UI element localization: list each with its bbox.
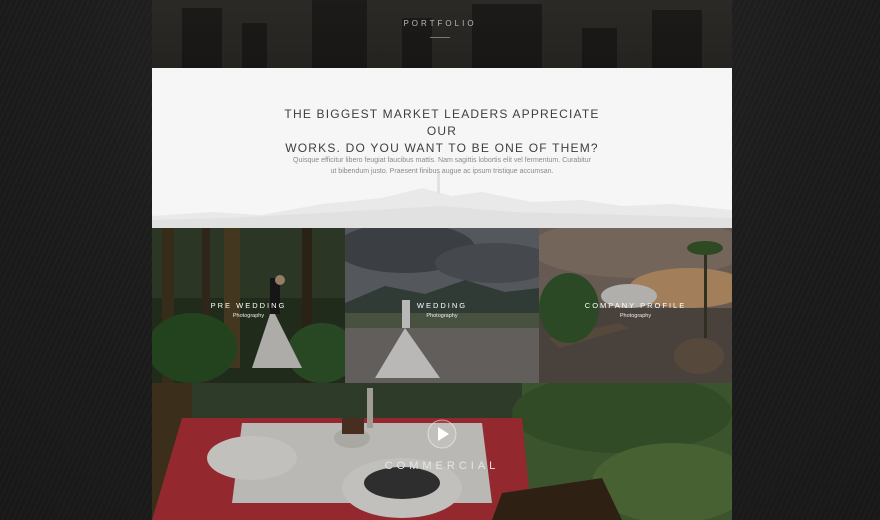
section-divider [430,37,450,38]
portfolio-item-company-profile[interactable]: COMPANY PROFILE Photography [539,228,732,383]
intro-text-line1: Quisque efficitur libero feugiat faucibu… [293,157,591,164]
intro-panel: THE BIGGEST MARKET LEADERS APPRECIATE OU… [152,68,732,228]
portfolio-item-commercial[interactable]: COMMERCIAL [152,383,732,520]
intro-heading-line1: THE BIGGEST MARKET LEADERS APPRECIATE OU… [284,107,600,138]
portfolio-item-wedding[interactable]: WEDDING Photography [345,228,539,383]
mountain-background [152,172,732,228]
play-icon[interactable] [427,419,457,449]
section-label: PORTFOLIO [403,19,477,28]
hero-background-image [152,0,732,68]
intro-text-line2: ut bibendum justo. Praesent finibus augu… [330,168,554,175]
intro-text: Quisque efficitur libero feugiat faucibu… [285,155,599,177]
commercial-title: COMMERCIAL [384,460,500,472]
portfolio-item-subtitle: Photography [619,313,652,319]
portfolio-item-subtitle: Photography [232,313,265,319]
intro-heading: THE BIGGEST MARKET LEADERS APPRECIATE OU… [272,106,612,157]
portfolio-item-subtitle: Photography [426,313,458,319]
commercial-photo [152,383,732,520]
portfolio-item-title: COMPANY PROFILE [584,301,687,310]
portfolio-item-title: PRE WEDDING [210,301,287,310]
portfolio-item-title: WEDDING [416,301,468,310]
portfolio-item-pre-wedding[interactable]: PRE WEDDING Photography [152,228,345,383]
